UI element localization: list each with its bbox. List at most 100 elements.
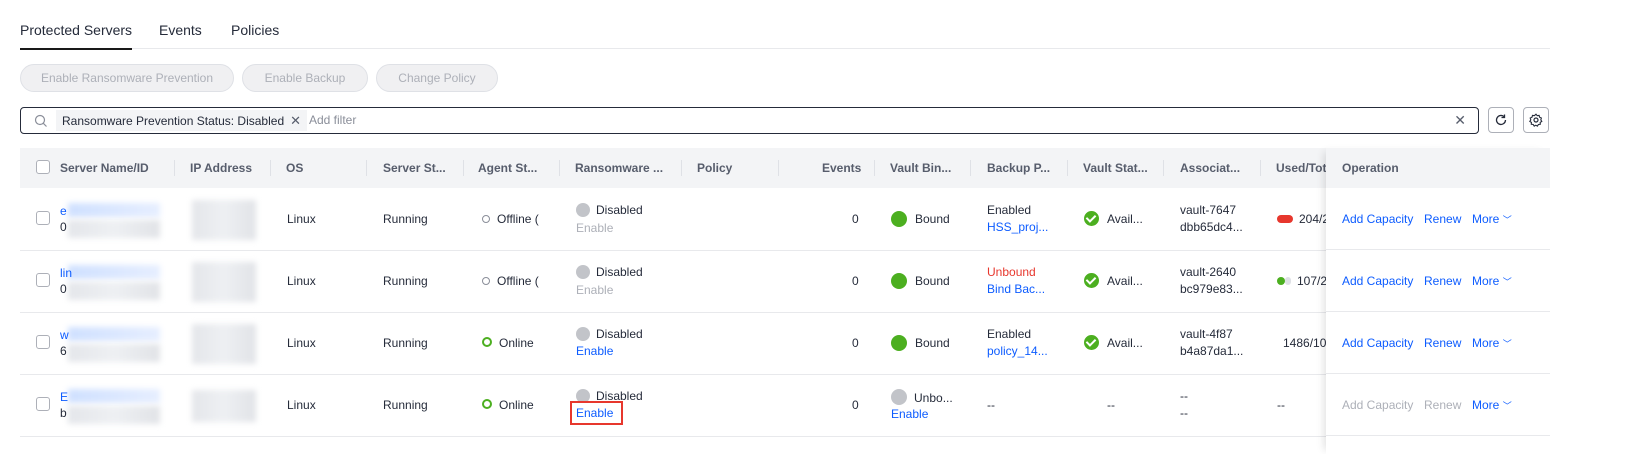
available-status-icon (1084, 211, 1099, 226)
col-events[interactable]: Events (822, 161, 861, 175)
agent-status: Online (482, 336, 534, 350)
chevron-down-icon: ﹀ (1502, 339, 1512, 349)
enable-ransomware-link[interactable]: Enable (576, 344, 613, 358)
col-backup-policy[interactable]: Backup P... (987, 161, 1050, 175)
tab-policies[interactable]: Policies (231, 22, 279, 38)
refresh-icon (1495, 114, 1507, 126)
more-dropdown[interactable]: More ﹀ (1472, 336, 1512, 350)
bound-status-icon (891, 335, 907, 351)
vault-binding-status: Unbo... (891, 389, 953, 405)
add-capacity-link[interactable]: Add Capacity (1342, 274, 1413, 288)
ransomware-status: Disabled (576, 203, 643, 217)
server-id: 0 (60, 220, 67, 234)
vault-id: bc979e83... (1180, 282, 1243, 296)
row-checkbox[interactable] (36, 273, 50, 287)
bind-backup-policy-link[interactable]: Bind Bac... (987, 282, 1045, 296)
offline-status-icon (482, 277, 490, 285)
add-capacity-link[interactable]: Add Capacity (1342, 212, 1413, 226)
row-checkbox[interactable] (36, 397, 50, 411)
vault-status: Avail... (1084, 211, 1143, 226)
bound-status-icon (891, 273, 907, 289)
enable-vault-binding-link[interactable]: Enable (891, 407, 928, 421)
enable-ransomware-link: Enable (576, 221, 614, 235)
add-filter-input[interactable]: Add filter (309, 113, 356, 127)
backup-policy-status: -- (987, 398, 995, 412)
col-ip-address[interactable]: IP Address (190, 161, 252, 175)
vault-status: Avail... (1084, 335, 1143, 350)
events-count: 0 (852, 398, 859, 412)
server-id: 6 (60, 344, 67, 358)
more-dropdown[interactable]: More ﹀ (1472, 398, 1512, 412)
col-server-name[interactable]: Server Name/ID (60, 161, 149, 175)
table-row: e 0 Linux Running Offline ( Disabled Ena… (20, 188, 1550, 251)
server-id: b (60, 406, 67, 420)
filter-search-bar[interactable]: Ransomware Prevention Status: Disabled ✕ … (20, 107, 1479, 134)
server-name-link[interactable]: e (60, 204, 67, 218)
renew-link[interactable]: Renew (1424, 212, 1461, 226)
enable-ransomware-prevention-button[interactable]: Enable Ransomware Prevention (20, 64, 234, 92)
highlight-box (570, 401, 623, 425)
server-name-link[interactable]: lin (60, 266, 72, 280)
row-checkbox[interactable] (36, 211, 50, 225)
ransomware-status: Disabled (576, 265, 643, 279)
enable-backup-button[interactable]: Enable Backup (242, 64, 368, 92)
add-capacity-link: Add Capacity (1342, 398, 1414, 412)
more-dropdown[interactable]: More ﹀ (1472, 274, 1512, 288)
col-vault-binding[interactable]: Vault Bin... (890, 161, 951, 175)
vault-status: Avail... (1084, 273, 1143, 288)
events-count: 0 (852, 336, 859, 350)
table-row: E b Linux Running Online Disabled Enable… (20, 374, 1550, 437)
tab-events[interactable]: Events (159, 22, 202, 38)
table-header: Server Name/ID IP Address OS Server St..… (20, 148, 1550, 188)
row-checkbox[interactable] (36, 335, 50, 349)
renew-link: Renew (1424, 398, 1462, 412)
os: Linux (287, 336, 316, 350)
col-vault-status[interactable]: Vault Stat... (1083, 161, 1148, 175)
chevron-down-icon: ﹀ (1502, 401, 1512, 411)
renew-link[interactable]: Renew (1424, 274, 1461, 288)
server-status: Running (383, 274, 428, 288)
add-capacity-link[interactable]: Add Capacity (1342, 336, 1413, 350)
select-all-checkbox[interactable] (36, 160, 50, 174)
backup-policy-link[interactable]: HSS_proj... (987, 220, 1048, 234)
vault-binding-status: Bound (891, 211, 950, 227)
col-policy[interactable]: Policy (697, 161, 732, 175)
table-row: w 6 Linux Running Online Disabled Enable… (20, 312, 1550, 375)
server-name-link[interactable]: E (60, 390, 68, 404)
col-server-status[interactable]: Server St... (383, 161, 446, 175)
usage-bar (1277, 215, 1293, 223)
tab-protected-servers[interactable]: Protected Servers (20, 22, 133, 50)
col-agent-status[interactable]: Agent St... (478, 161, 537, 175)
vault-binding-status: Bound (891, 273, 950, 289)
settings-button[interactable] (1523, 107, 1549, 133)
backup-policy-link[interactable]: policy_14... (987, 344, 1048, 358)
backup-policy-status: Enabled (987, 203, 1032, 217)
used-total: 1486/10 (1283, 336, 1327, 350)
server-id: 0 (60, 282, 67, 296)
col-os[interactable]: OS (286, 161, 303, 175)
renew-link[interactable]: Renew (1424, 336, 1461, 350)
change-policy-button[interactable]: Change Policy (376, 64, 498, 92)
os: Linux (287, 212, 316, 226)
server-status: Running (383, 336, 428, 350)
unbound-status-icon (891, 389, 907, 405)
vault-name: vault-7647 (1180, 203, 1237, 217)
server-name-link[interactable]: w (60, 328, 69, 342)
events-count: 0 (852, 274, 859, 288)
clear-icon[interactable]: ✕ (1454, 112, 1466, 129)
used-total: -- (1277, 398, 1285, 412)
disabled-status-icon (576, 203, 590, 217)
vault-name: vault-2640 (1180, 265, 1237, 279)
vault-id: b4a87da1... (1180, 344, 1244, 358)
filter-chip-label: Ransomware Prevention Status: Disabled (62, 114, 285, 128)
close-icon[interactable]: ✕ (290, 113, 301, 128)
backup-policy-status: Enabled (987, 327, 1032, 341)
col-used-total[interactable]: Used/Tot. (1276, 161, 1330, 175)
refresh-button[interactable] (1488, 107, 1514, 133)
col-associated-vault[interactable]: Associat... (1180, 161, 1240, 175)
more-dropdown[interactable]: More ﹀ (1472, 212, 1512, 226)
vault-name: vault-4f87 (1180, 327, 1233, 341)
col-operation: Operation (1342, 161, 1399, 175)
col-ransomware[interactable]: Ransomware ... (575, 161, 663, 175)
available-status-icon (1084, 273, 1099, 288)
